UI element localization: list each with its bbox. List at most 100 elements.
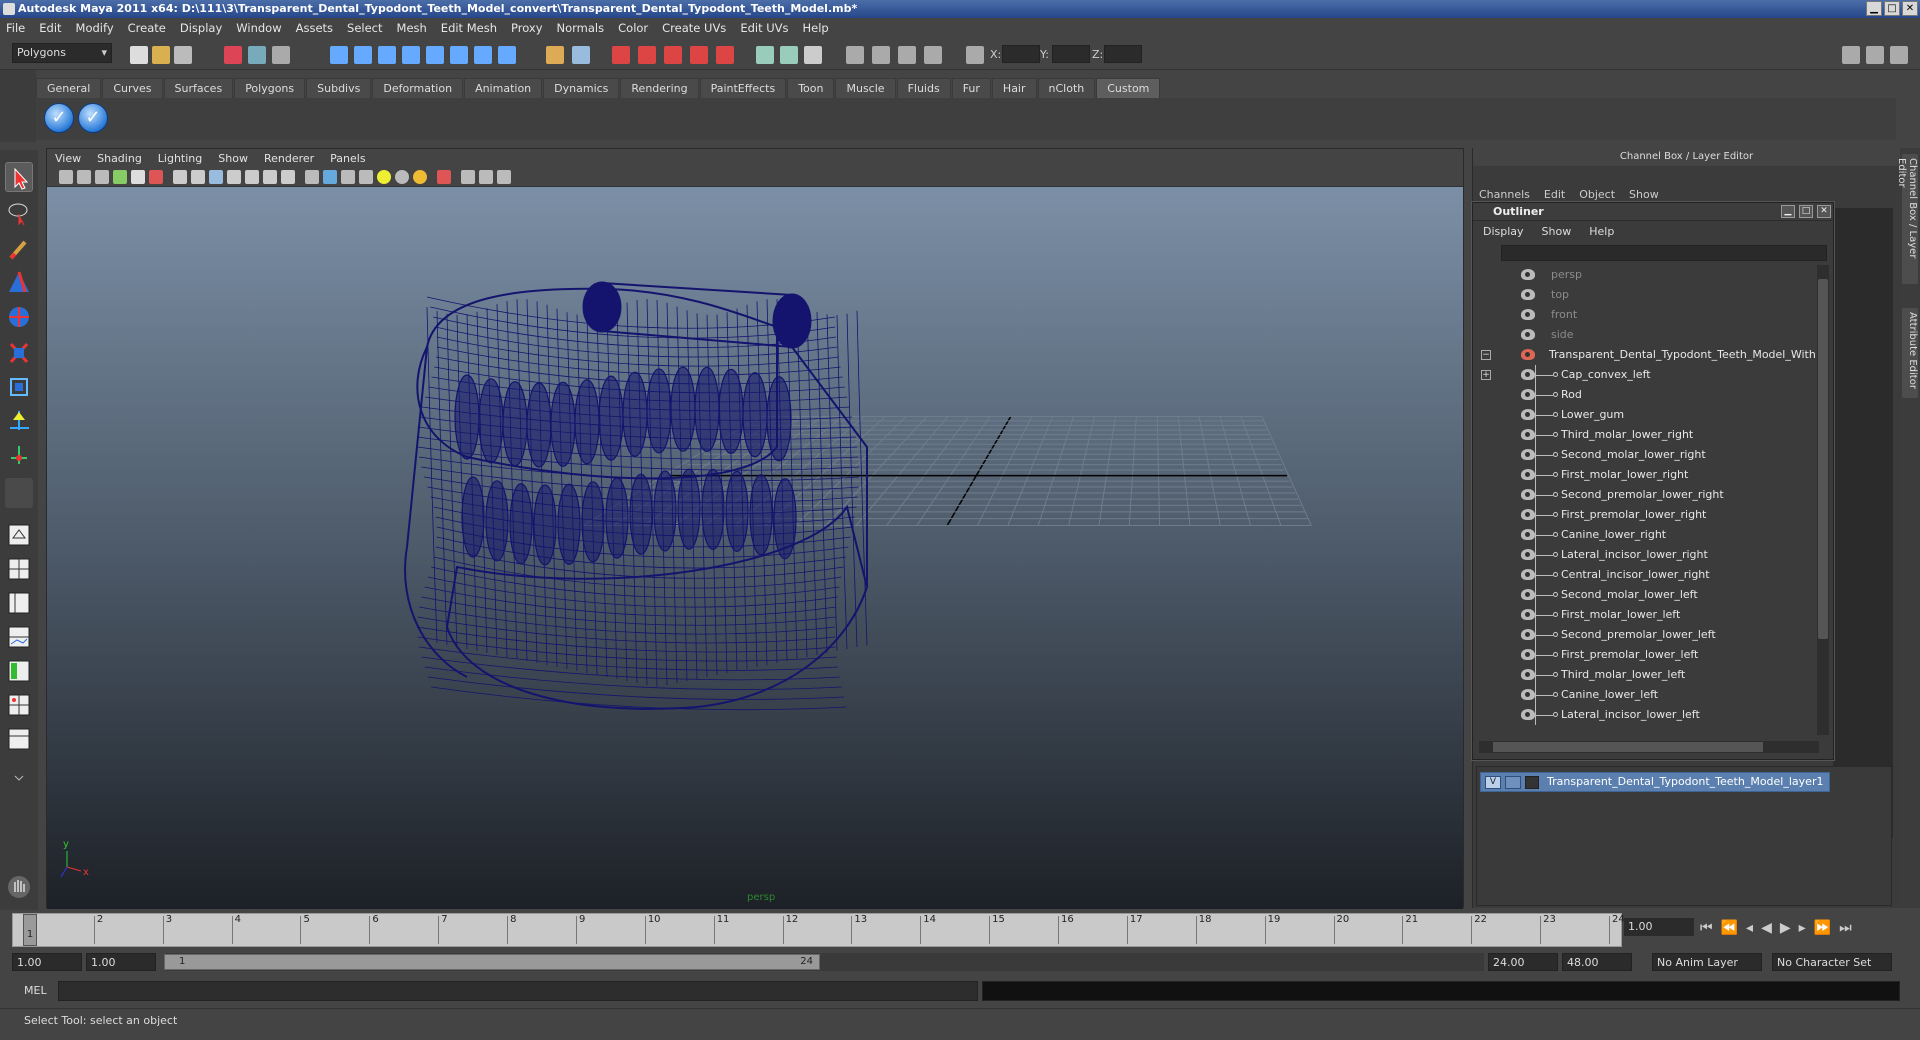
show-channel-box-icon[interactable]	[1842, 46, 1860, 64]
menu-edit-uvs[interactable]: Edit UVs	[740, 21, 788, 35]
viewport-menu-panels[interactable]: Panels	[330, 152, 365, 165]
layout-script-icon[interactable]	[804, 46, 822, 64]
all-lights-icon[interactable]	[395, 170, 409, 184]
outliner-item[interactable]: Central_incisor_lower_right	[1477, 565, 1815, 585]
snap-plane-icon[interactable]	[402, 46, 420, 64]
go-to-start-icon[interactable]: ⏮	[1700, 920, 1713, 936]
time-slider[interactable]: 1234567891011121314151617181920212223241	[12, 913, 1625, 947]
shelf-tab-polygons[interactable]: Polygons	[234, 78, 306, 98]
film-gate-icon[interactable]	[191, 170, 205, 184]
layout-hypershade-icon[interactable]	[5, 656, 33, 686]
gate-mask-icon[interactable]	[227, 170, 241, 184]
outliner-item[interactable]: First_premolar_lower_right	[1477, 505, 1815, 525]
shelf-tab-hair[interactable]: Hair	[991, 78, 1037, 98]
outliner-group-row[interactable]: − Transparent_Dental_Typodont_Teeth_Model…	[1477, 345, 1815, 365]
shelf-tab-subdivs[interactable]: Subdivs	[306, 78, 372, 98]
menu-color[interactable]: Color	[618, 21, 648, 35]
layer-playback-toggle[interactable]	[1505, 776, 1521, 789]
layout-outliner-graph-icon[interactable]	[5, 690, 33, 720]
viewport-menu-lighting[interactable]: Lighting	[158, 152, 202, 165]
outliner-item[interactable]: Second_premolar_lower_right	[1477, 485, 1815, 505]
shelf-tab-animation[interactable]: Animation	[464, 78, 543, 98]
range-slider-bar[interactable]: 1 24	[164, 954, 820, 970]
shelf-tab-toon[interactable]: Toon	[787, 78, 835, 98]
graph-layout-icon[interactable]	[872, 46, 890, 64]
outliner-item[interactable]: Lateral_incisor_lower_right	[1477, 545, 1815, 565]
shelf-tab-fluids[interactable]: Fluids	[896, 78, 951, 98]
outliner-list[interactable]: persp top front side − Transparent_Dental_Typ…	[1477, 265, 1815, 735]
x-field[interactable]	[1002, 45, 1040, 63]
menu-help[interactable]: Help	[803, 21, 829, 35]
shelf-check-icon-2[interactable]: ✓	[78, 103, 108, 133]
shelf-check-icon[interactable]: ✓	[44, 103, 74, 133]
move-tool-icon[interactable]	[5, 302, 33, 332]
layout-custom-icon[interactable]	[5, 724, 33, 754]
smooth-shading-icon[interactable]	[323, 170, 337, 184]
hypershade-icon[interactable]	[690, 46, 708, 64]
layer-color-swatch[interactable]	[1525, 776, 1539, 789]
channel-box-menu-object[interactable]: Object	[1579, 188, 1615, 201]
menu-set-dropdown[interactable]: Polygons	[12, 43, 112, 63]
shadows-icon[interactable]	[413, 170, 427, 184]
side-tab-attribute-editor[interactable]: Attribute Editor	[1902, 308, 1918, 398]
outliner-horizontal-scrollbar[interactable]	[1479, 741, 1819, 753]
menu-mesh[interactable]: Mesh	[397, 21, 427, 35]
layout-options-icon[interactable]	[5, 762, 33, 792]
outliner-item[interactable]: Second_molar_lower_left	[1477, 585, 1815, 605]
menu-edit-mesh[interactable]: Edit Mesh	[441, 21, 497, 35]
paint-select-icon[interactable]	[5, 234, 33, 264]
wireframe-shading-icon[interactable]	[305, 170, 319, 184]
field-chart-icon[interactable]	[245, 170, 259, 184]
display-layer-row[interactable]: V Transparent_Dental_Typodont_Teeth_Mode…	[1480, 772, 1830, 792]
xray-icon[interactable]	[461, 170, 475, 184]
menu-select[interactable]: Select	[347, 21, 382, 35]
range-slider[interactable]: 1 24	[164, 953, 1484, 971]
shelf-tab-general[interactable]: General	[36, 78, 102, 98]
go-to-end-icon[interactable]: ⏭	[1839, 920, 1852, 936]
shelf-side-handle[interactable]	[0, 70, 36, 142]
last-tool-slot[interactable]	[5, 478, 33, 508]
outliner-item[interactable]: First_molar_lower_right	[1477, 465, 1815, 485]
snap-curve-icon[interactable]	[354, 46, 372, 64]
hud-icon[interactable]	[497, 170, 511, 184]
outliner-menu-display[interactable]: Display	[1483, 225, 1524, 238]
shelf-tab-ncloth[interactable]: nCloth	[1037, 78, 1096, 98]
shelf-tab-painteffects[interactable]: PaintEffects	[699, 78, 787, 98]
command-language-label[interactable]: MEL	[24, 984, 47, 997]
outliner-minimize-button[interactable]: ▁	[1781, 205, 1795, 218]
select-tool-icon[interactable]	[5, 162, 33, 192]
outliner-item[interactable]: Lateral_incisor_lower_left	[1477, 705, 1815, 725]
wireframe-on-shaded-icon[interactable]	[341, 170, 355, 184]
uv-layout-icon[interactable]	[924, 46, 942, 64]
shelf-tab-custom[interactable]: Custom	[1096, 78, 1161, 98]
two-d-pan-icon[interactable]	[131, 170, 145, 184]
outliner-camera-top[interactable]: top	[1477, 285, 1815, 305]
playback-start-field[interactable]: 1.00	[86, 953, 156, 971]
animation-end-field[interactable]: 48.00	[1562, 953, 1632, 971]
outliner-menu-show[interactable]: Show	[1542, 225, 1572, 238]
show-tool-settings-icon[interactable]	[1890, 46, 1908, 64]
layout-graph-persp-icon[interactable]	[5, 622, 33, 652]
xray-joints-icon[interactable]	[479, 170, 493, 184]
transform-field-icon[interactable]	[966, 46, 984, 64]
step-back-key-icon[interactable]: ⏪	[1721, 920, 1738, 936]
lasso-tool-icon[interactable]	[5, 198, 33, 228]
resolution-gate-icon[interactable]	[209, 170, 223, 184]
safe-title-icon[interactable]	[281, 170, 295, 184]
channel-box-menu-show[interactable]: Show	[1629, 188, 1659, 201]
layout-single-pane-icon[interactable]	[5, 520, 33, 550]
show-manip-icon[interactable]	[5, 440, 33, 470]
outliner-item[interactable]: Canine_lower_right	[1477, 525, 1815, 545]
soft-mod-icon[interactable]	[5, 268, 33, 298]
close-button[interactable]: ✕	[1902, 1, 1918, 16]
layout-outliner-persp-icon[interactable]	[5, 588, 33, 618]
outliner-maximize-button[interactable]: □	[1799, 205, 1813, 218]
construction-icon[interactable]	[474, 46, 492, 64]
maximize-button[interactable]: □	[1884, 1, 1900, 16]
menu-assets[interactable]: Assets	[296, 21, 333, 35]
play-backward-icon[interactable]: ◀	[1761, 920, 1772, 936]
shelf-tab-surfaces[interactable]: Surfaces	[163, 78, 234, 98]
outliner-item[interactable]: Second_premolar_lower_left	[1477, 625, 1815, 645]
step-back-frame-icon[interactable]: ◂	[1746, 920, 1753, 936]
viewport-menu-show[interactable]: Show	[218, 152, 248, 165]
